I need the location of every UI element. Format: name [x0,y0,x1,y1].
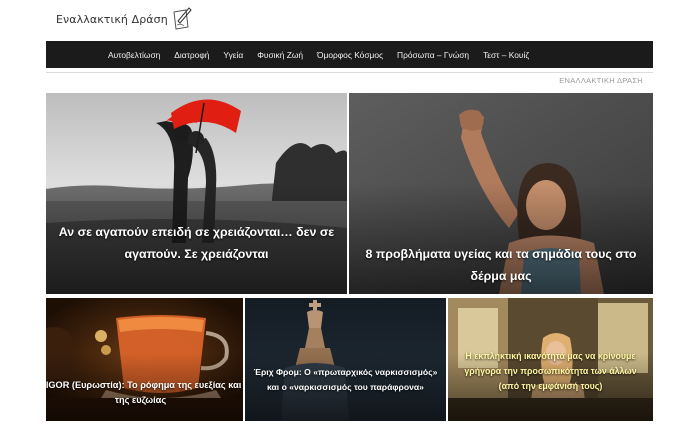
main-navigation: Αυτοβελτίωση Διατροφή Υγεία Φυσική Ζωή Ό… [46,41,653,68]
nav-item-self-improvement[interactable]: Αυτοβελτίωση [108,50,160,60]
article-title[interactable]: Αν σε αγαπούν επειδή σε χρειάζονται… δεν… [52,221,341,265]
site-logo-text: Εναλλακτική Δράση [56,12,168,26]
article-title[interactable]: VIGOR (Ευρωστία): Το ρόφημα της ευεξίας … [46,378,243,408]
article-title[interactable]: Έριχ Φρομ: Ο «πρωταρχικός ναρκισσισμός» … [251,365,440,395]
article-card-love[interactable]: Αν σε αγαπούν επειδή σε χρειάζονται… δεν… [46,93,347,294]
breadcrumb[interactable]: ΕΝΑΛΛΑΚΤΙΚΗ ΔΡΑΣΗ [559,76,643,85]
article-card-vigor[interactable]: VIGOR (Ευρωστία): Το ρόφημα της ευεξίας … [46,298,243,421]
site-logo[interactable]: Εναλλακτική Δράση [56,6,193,32]
article-card-skin-health[interactable]: 8 προβλήματα υγείας και τα σημάδια τους … [349,93,653,294]
page: Εναλλακτική Δράση Αυτοβελτίωση Διατροφή … [46,0,653,430]
nav-item-tests-quizzes[interactable]: Τεστ – Κουίζ [483,50,529,60]
article-card-fromm[interactable]: Έριχ Φρομ: Ο «πρωταρχικός ναρκισσισμός» … [245,298,446,421]
nav-item-beautiful-world[interactable]: Όμορφος Κόσμος [317,50,383,60]
nav-menu: Αυτοβελτίωση Διατροφή Υγεία Φυσική Ζωή Ό… [108,41,529,68]
pen-and-paper-icon [173,7,192,30]
article-card-personality[interactable]: Η εκπληκτική ικανότητά μας να κρίνουμε γ… [448,298,653,421]
nav-item-nutrition[interactable]: Διατροφή [174,50,209,60]
header: Εναλλακτική Δράση [46,0,653,40]
article-title[interactable]: 8 προβλήματα υγείας και τα σημάδια τους … [355,243,647,287]
nav-item-health[interactable]: Υγεία [223,50,243,60]
breadcrumb-bar: ΕΝΑΛΛΑΚΤΙΚΗ ΔΡΑΣΗ [46,72,653,88]
nav-item-natural-life[interactable]: Φυσική Ζωή [257,50,303,60]
article-title[interactable]: Η εκπληκτική ικανότητά μας να κρίνουμε γ… [454,349,647,394]
nav-item-people-knowledge[interactable]: Πρόσωπα – Γνώση [397,50,469,60]
